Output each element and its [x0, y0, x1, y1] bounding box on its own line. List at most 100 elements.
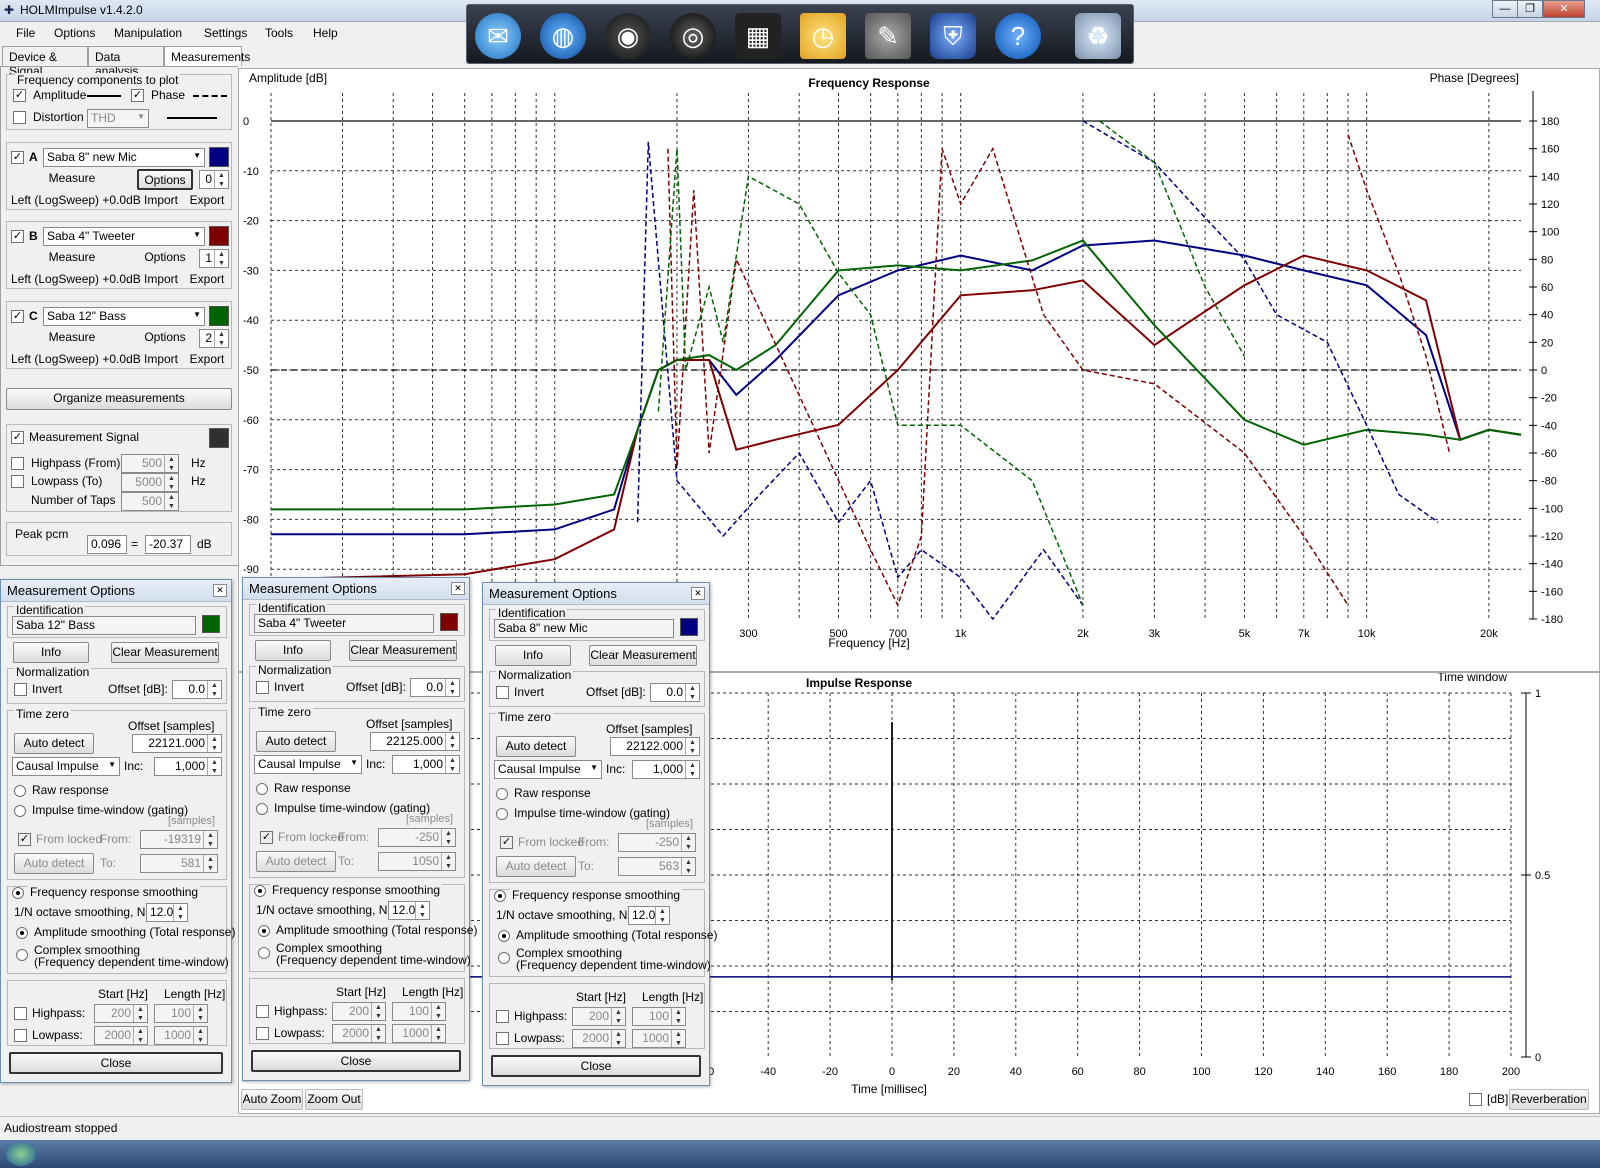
recycle-bin-icon[interactable]: ♻ — [1075, 13, 1121, 59]
impulse-type-select[interactable]: Causal Impulse ▼ — [254, 755, 362, 774]
invert-checkbox[interactable] — [14, 683, 27, 696]
dialog-name-field[interactable]: Saba 4" Tweeter — [254, 614, 434, 633]
spinner-arrows-icon[interactable]: ▲ ▼ — [685, 684, 699, 701]
spinner-arrows-icon[interactable]: ▲ ▼ — [214, 171, 228, 188]
lowpass-checkbox[interactable] — [256, 1027, 269, 1040]
spinner-arrows-icon[interactable]: ▲ ▼ — [193, 1027, 207, 1044]
info-button[interactable]: Info — [495, 645, 571, 666]
channel-a-options-button[interactable]: Options — [137, 169, 193, 190]
tab-device-signal[interactable]: Device & Signal — [2, 46, 88, 78]
channel-c-measure-button[interactable]: Measure — [9, 328, 135, 349]
clear-measurement-button[interactable]: Clear Measurement — [349, 640, 457, 661]
channel-b-index-spinner[interactable]: 1 ▲ ▼ — [199, 249, 229, 268]
globe-icon[interactable]: ◍ — [540, 13, 586, 59]
spinner-arrows-icon[interactable]: ▲ ▼ — [173, 904, 187, 921]
to-input[interactable]: 581 ▲ ▼ — [140, 854, 218, 873]
menu-tools[interactable]: Tools — [265, 26, 293, 40]
dialog-close-button[interactable]: Close — [491, 1055, 701, 1077]
tab-measurements[interactable]: Measurements — [164, 46, 250, 66]
octave-n-input[interactable]: 12.0 ▲ ▼ — [388, 901, 430, 920]
mail-icon[interactable]: ✉ — [475, 13, 521, 59]
lowpass-checkbox[interactable] — [496, 1032, 509, 1045]
spinner-arrows-icon[interactable]: ▲ ▼ — [681, 858, 695, 875]
shield-icon[interactable]: ⛨ — [930, 13, 976, 59]
folder-clock-icon[interactable]: ◷ — [800, 13, 846, 59]
spinner-arrows-icon[interactable]: ▲ ▼ — [445, 679, 459, 696]
channel-a-export-button[interactable]: Export — [185, 191, 229, 212]
channel-b-measure-button[interactable]: Measure — [9, 248, 135, 269]
lowpass-start-input[interactable]: 2000 ▲ ▼ — [332, 1024, 386, 1043]
close-icon[interactable]: ✕ — [691, 587, 705, 600]
zoom-out-button[interactable]: Zoom Out — [305, 1089, 363, 1110]
from-locked-checkbox[interactable]: ✓ — [500, 836, 513, 849]
invert-checkbox[interactable] — [496, 686, 509, 699]
highpass-from-checkbox[interactable] — [11, 457, 24, 470]
taps-input[interactable]: 500 ▲ ▼ — [121, 492, 179, 511]
help-icon[interactable]: ? — [995, 13, 1041, 59]
channel-c-checkbox[interactable]: ✓ — [11, 310, 24, 323]
inc-input[interactable]: 1,000 ▲ ▼ — [632, 760, 700, 779]
close-icon[interactable]: ✕ — [213, 584, 227, 597]
octave-n-input[interactable]: 12.0 ▲ ▼ — [628, 906, 670, 925]
highpass-start-input[interactable]: 200 ▲ ▼ — [94, 1004, 148, 1023]
dialog-color-swatch[interactable] — [202, 615, 220, 633]
to-input[interactable]: 563 ▲ ▼ — [618, 857, 696, 876]
inc-input[interactable]: 1,000 ▲ ▼ — [154, 757, 222, 776]
offset-db-input[interactable]: 0.0 ▲ ▼ — [172, 680, 222, 699]
from-input[interactable]: -19319 ▲ ▼ — [140, 830, 218, 849]
channel-a-name-select[interactable]: Saba 8" new Mic ▼ — [43, 148, 205, 167]
dialog-name-field[interactable]: Saba 8" new Mic — [494, 619, 674, 638]
channel-b-name-select[interactable]: Saba 4" Tweeter ▼ — [43, 227, 205, 246]
highpass-checkbox[interactable] — [256, 1005, 269, 1018]
channel-b-options-button[interactable]: Options — [137, 248, 193, 269]
highpass-length-input[interactable]: 100 ▲ ▼ — [154, 1004, 208, 1023]
spinner-arrows-icon[interactable]: ▲ ▼ — [203, 831, 217, 848]
channel-a-checkbox[interactable]: ✓ — [11, 151, 24, 164]
menu-help[interactable]: Help — [313, 26, 338, 40]
lowpass-start-input[interactable]: 2000 ▲ ▼ — [94, 1026, 148, 1045]
channel-b-import-button[interactable]: Import — [139, 270, 183, 291]
complex-smoothing-radio[interactable] — [258, 947, 270, 959]
dialog-close-button[interactable]: Close — [9, 1052, 223, 1074]
offset-samples-input[interactable]: 22125.000 ▲ ▼ — [370, 732, 460, 751]
spinner-arrows-icon[interactable]: ▲ ▼ — [214, 330, 228, 347]
spinner-arrows-icon[interactable]: ▲ ▼ — [371, 1025, 385, 1042]
measurement-signal-color-swatch[interactable] — [209, 428, 229, 448]
info-button[interactable]: Info — [13, 642, 89, 663]
impulse-type-select[interactable]: Causal Impulse ▼ — [494, 760, 602, 779]
db-checkbox[interactable] — [1469, 1093, 1482, 1106]
channel-a-measure-button[interactable]: Measure — [9, 169, 135, 190]
to-input[interactable]: 1050 ▲ ▼ — [378, 852, 456, 871]
invert-checkbox[interactable] — [256, 681, 269, 694]
lowpass-length-input[interactable]: 1000 ▲ ▼ — [154, 1026, 208, 1045]
lowpass-checkbox[interactable] — [14, 1029, 27, 1042]
channel-c-export-button[interactable]: Export — [185, 350, 229, 371]
spinner-arrows-icon[interactable]: ▲ ▼ — [207, 735, 221, 752]
gating-radio[interactable] — [256, 803, 268, 815]
offset-db-input[interactable]: 0.0 ▲ ▼ — [410, 678, 460, 697]
from-locked-checkbox[interactable]: ✓ — [18, 833, 31, 846]
lowpass-length-input[interactable]: 1000 ▲ ▼ — [392, 1024, 446, 1043]
gating-radio[interactable] — [496, 808, 508, 820]
spinner-arrows-icon[interactable]: ▲ ▼ — [214, 250, 228, 267]
start-button-icon[interactable] — [6, 1142, 36, 1166]
channel-c-options-button[interactable]: Options — [137, 328, 193, 349]
spinner-arrows-icon[interactable]: ▲ ▼ — [685, 761, 699, 778]
dialog-close-button[interactable]: Close — [251, 1050, 461, 1072]
amplitude-smoothing-radio[interactable] — [498, 930, 510, 942]
menu-options[interactable]: Options — [54, 26, 95, 40]
pencil-cup-icon[interactable]: ✎ — [865, 13, 911, 59]
lowpass-to-input[interactable]: 5000 ▲ ▼ — [121, 473, 179, 492]
channel-a-index-spinner[interactable]: 0 ▲ ▼ — [199, 170, 229, 189]
dialog-color-swatch[interactable] — [680, 618, 698, 636]
channel-b-export-button[interactable]: Export — [185, 270, 229, 291]
organize-measurements-button[interactable]: Organize measurements — [6, 388, 232, 410]
spinner-arrows-icon[interactable]: ▲ ▼ — [133, 1027, 147, 1044]
highpass-start-input[interactable]: 200 ▲ ▼ — [332, 1002, 386, 1021]
phase-checkbox[interactable]: ✓ — [131, 89, 144, 102]
gating-auto-detect-button[interactable]: Auto detect — [14, 853, 94, 874]
gating-auto-detect-button[interactable]: Auto detect — [496, 856, 576, 877]
dialog-color-swatch[interactable] — [440, 613, 458, 631]
close-icon[interactable]: ✕ — [451, 582, 465, 595]
spinner-arrows-icon[interactable]: ▲ ▼ — [441, 853, 455, 870]
